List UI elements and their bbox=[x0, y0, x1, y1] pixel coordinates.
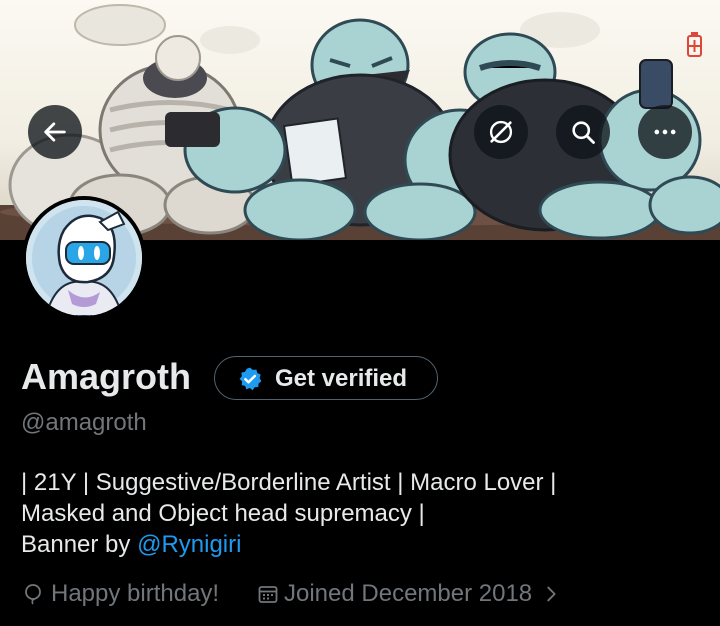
search-icon bbox=[572, 121, 595, 144]
banner-credit-link[interactable]: @Rynigiri bbox=[137, 531, 241, 558]
birthday-item: Happy birthday! bbox=[21, 580, 219, 608]
birthday-text: Happy birthday! bbox=[51, 580, 220, 607]
more-icon bbox=[654, 129, 676, 135]
profile-avatar[interactable] bbox=[22, 196, 146, 320]
grok-button[interactable] bbox=[474, 105, 528, 159]
joined-date-text: Joined December 2018 bbox=[284, 580, 533, 607]
back-button[interactable] bbox=[28, 105, 82, 159]
joined-date-item[interactable]: Joined December 2018 bbox=[256, 580, 562, 608]
bio-line: Banner by @Rynigiri bbox=[21, 529, 701, 560]
get-verified-button[interactable]: Get verified bbox=[214, 356, 438, 400]
chevron-right-icon bbox=[547, 586, 556, 602]
profile-bio: | 21Y | Suggestive/Borderline Artist | M… bbox=[21, 467, 701, 560]
balloon-icon bbox=[25, 584, 41, 605]
profile-handle: @amagroth bbox=[21, 409, 147, 436]
bio-line: Masked and Object head supremacy | bbox=[21, 500, 425, 527]
verified-badge-icon bbox=[239, 367, 262, 391]
grok-icon bbox=[489, 120, 513, 144]
calendar-icon bbox=[258, 586, 278, 603]
profile-name: Amagroth bbox=[21, 356, 191, 397]
search-button[interactable] bbox=[556, 105, 610, 159]
bio-text: Banner by bbox=[21, 531, 138, 558]
avatar-image bbox=[26, 200, 142, 316]
more-button[interactable] bbox=[638, 105, 692, 159]
bio-line: | 21Y | Suggestive/Borderline Artist | M… bbox=[21, 469, 557, 496]
get-verified-label: Get verified bbox=[275, 365, 408, 392]
arrow-left-icon bbox=[44, 122, 66, 142]
